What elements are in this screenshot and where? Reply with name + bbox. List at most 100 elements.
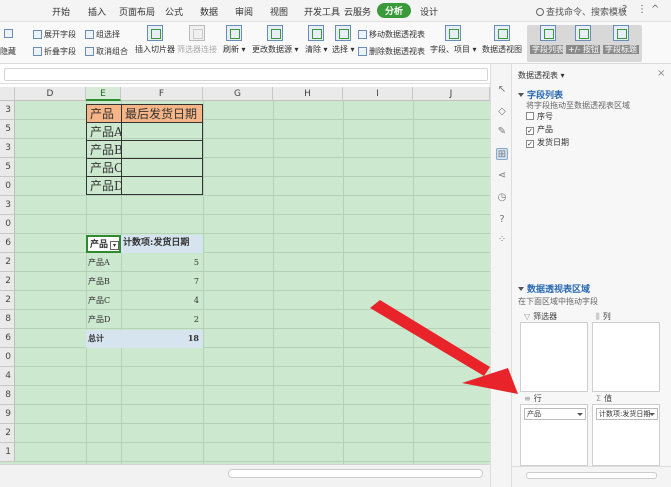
shape-icon[interactable]: ◇ — [496, 106, 508, 118]
close-icon[interactable]: × — [657, 68, 665, 79]
value-field-chip[interactable]: 计数项:发货日期 — [596, 408, 658, 420]
row-header[interactable]: 3 — [0, 101, 15, 120]
collapse-field-button[interactable]: 折叠字段 — [33, 46, 76, 57]
filter-drop-area[interactable] — [520, 322, 588, 392]
pivot-areas-section[interactable]: 数据透视表区域 — [518, 282, 590, 295]
menu-home[interactable]: 开始 — [52, 5, 70, 18]
pivot-total-label[interactable]: 总计 — [86, 330, 121, 348]
corner-cell[interactable] — [0, 87, 15, 101]
change-source-button[interactable]: 更改数据源 ▾ — [252, 25, 299, 55]
pivot-row-label[interactable]: 产品B — [86, 273, 121, 291]
more-icon[interactable]: ⋮ — [637, 4, 647, 15]
pivot-total-value[interactable]: 18 — [121, 330, 203, 348]
row-header[interactable]: 0 — [0, 177, 15, 196]
row-drop-area[interactable]: 产品 — [520, 404, 588, 466]
spreadsheet-grid[interactable]: D E F G H I J 3535030622286048921 产品 最后发… — [0, 87, 490, 464]
menu-formulas[interactable]: 公式 — [165, 5, 183, 18]
hide-button[interactable] — [4, 29, 15, 38]
formula-input[interactable] — [4, 68, 488, 81]
source-row-date[interactable] — [121, 158, 203, 177]
row-header[interactable]: 1 — [0, 443, 15, 462]
filter-connection-button[interactable]: 筛选器连接 — [177, 25, 217, 55]
help-icon[interactable]: ? — [622, 4, 627, 15]
pivot-row-label[interactable]: 产品D — [86, 311, 121, 329]
source-row-product[interactable]: 产品C — [86, 158, 122, 177]
row-header[interactable]: 2 — [0, 424, 15, 443]
filter-dropdown-icon[interactable]: ▾ — [110, 241, 119, 250]
command-search[interactable]: 查找命令、搜索模板 — [536, 5, 627, 18]
scroll-track[interactable] — [228, 469, 483, 478]
menu-review[interactable]: 审阅 — [235, 5, 253, 18]
field-item-index[interactable]: 序号 — [526, 110, 666, 123]
row-field-chip[interactable]: 产品 — [524, 408, 586, 420]
row-header[interactable]: 6 — [0, 234, 15, 253]
source-row-date[interactable] — [121, 176, 203, 195]
insert-slicer-button[interactable]: 插入切片器 — [135, 25, 175, 55]
checked-box-icon[interactable]: ✓ — [526, 140, 534, 148]
help-circle-icon[interactable]: ? — [496, 214, 508, 226]
menu-cloud[interactable]: 云服务 — [344, 5, 371, 18]
pivot-row-value[interactable]: 4 — [121, 292, 203, 310]
source-row-date[interactable] — [121, 140, 203, 159]
source-header-last-ship-date[interactable]: 最后发货日期 — [121, 104, 203, 123]
field-header-toggle[interactable]: 字段标题 — [600, 25, 642, 62]
row-header[interactable]: 2 — [0, 272, 15, 291]
column-header-d[interactable]: D — [15, 87, 86, 101]
panel-title[interactable]: 数据透视表 ▾ — [518, 70, 565, 81]
row-header[interactable]: 3 — [0, 139, 15, 158]
field-item-product[interactable]: ✓ 产品 — [526, 123, 666, 136]
pivot-row-value[interactable]: 5 — [121, 254, 203, 272]
expand-field-button[interactable]: 展开字段 — [33, 29, 76, 40]
pivot-chart-button[interactable]: 数据透视图 — [482, 25, 522, 55]
apps-icon[interactable]: ⁘ — [496, 234, 508, 246]
ungroup-button[interactable]: 取消组合 — [85, 46, 128, 57]
source-row-product[interactable]: 产品B — [86, 140, 122, 159]
group-select-button[interactable]: 组选择 — [85, 29, 120, 40]
pivot-panel-icon[interactable]: ⊞ — [496, 148, 508, 160]
fields-items-button[interactable]: 字段、项目 ▾ — [430, 25, 477, 55]
horizontal-scrollbar[interactable] — [0, 464, 490, 487]
history-icon[interactable]: ◷ — [496, 192, 508, 204]
share-icon[interactable]: ⋖ — [496, 170, 508, 182]
column-header-j[interactable]: J — [413, 87, 490, 101]
cursor-icon[interactable]: ↖ — [496, 84, 508, 96]
row-header[interactable]: 5 — [0, 158, 15, 177]
row-header[interactable]: 3 — [0, 196, 15, 215]
move-pivot-button[interactable]: 移动数据透视表 — [358, 29, 425, 40]
row-header[interactable]: 0 — [0, 348, 15, 367]
column-header-f[interactable]: F — [121, 87, 203, 101]
menu-developer[interactable]: 开发工具 — [304, 5, 340, 18]
row-header[interactable]: 6 — [0, 329, 15, 348]
field-item-ship-date[interactable]: ✓ 发货日期 — [526, 136, 666, 149]
row-header[interactable]: 5 — [0, 120, 15, 139]
value-drop-area[interactable]: 计数项:发货日期 — [592, 404, 660, 466]
unchecked-box-icon[interactable] — [526, 112, 534, 120]
pivot-row-value[interactable]: 2 — [121, 311, 203, 329]
row-header[interactable]: 4 — [0, 367, 15, 386]
refresh-button[interactable]: 刷新 ▾ — [223, 25, 246, 55]
row-header[interactable]: 0 — [0, 215, 15, 234]
checked-box-icon[interactable]: ✓ — [526, 127, 534, 135]
menu-page-layout[interactable]: 页面布局 — [119, 5, 155, 18]
menu-view[interactable]: 视图 — [270, 5, 288, 18]
menu-data[interactable]: 数据 — [200, 5, 218, 18]
column-header-i[interactable]: I — [343, 87, 413, 101]
plus-minus-toggle[interactable]: +/- 按钮 — [563, 25, 604, 62]
pivot-row-label[interactable]: 产品C — [86, 292, 121, 310]
hide-label[interactable]: 隐藏 — [0, 46, 16, 57]
column-header-e[interactable]: E — [86, 87, 121, 101]
collapse-ribbon-icon[interactable]: ^ — [651, 4, 659, 15]
panel-scroll-track[interactable] — [526, 472, 657, 479]
source-header-product[interactable]: 产品 — [86, 104, 122, 123]
menu-design[interactable]: 设计 — [420, 5, 438, 18]
pivot-row-value[interactable]: 7 — [121, 273, 203, 291]
source-row-product[interactable]: 产品A — [86, 122, 122, 141]
column-header-h[interactable]: H — [273, 87, 343, 101]
panel-scrollbar[interactable] — [512, 466, 671, 487]
row-header[interactable]: 2 — [0, 253, 15, 272]
chevron-down-icon[interactable] — [649, 413, 655, 416]
row-header[interactable]: 8 — [0, 386, 15, 405]
row-header[interactable]: 8 — [0, 310, 15, 329]
menu-insert[interactable]: 插入 — [88, 5, 106, 18]
row-header[interactable]: 2 — [0, 291, 15, 310]
